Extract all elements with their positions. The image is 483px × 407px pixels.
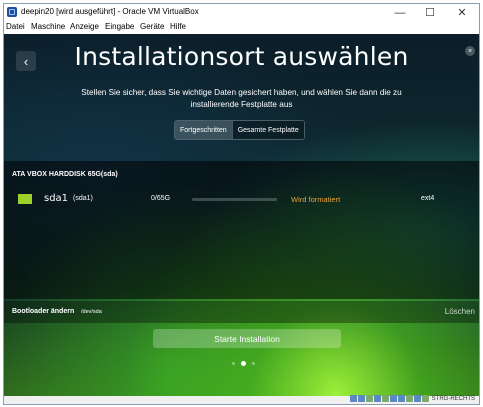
mode-tabs: Fortgeschritten Gesamte Festplatte [174, 120, 305, 140]
minimize-button[interactable]: — [386, 4, 414, 21]
partition-color-swatch [18, 194, 32, 204]
close-window-button[interactable]: ✕ [448, 4, 476, 21]
partition-status: Wird formatiert [291, 195, 341, 204]
page-title: Installationsort auswählen [74, 42, 409, 71]
menu-eingabe[interactable]: Eingabe [105, 22, 134, 31]
usb-icon[interactable] [381, 395, 389, 402]
title-bar[interactable]: deepin20 [wird ausgeführt] - Oracle VM V… [4, 4, 479, 21]
mouse-integration-icon[interactable] [421, 395, 429, 402]
bootloader-label[interactable]: Bootloader ändern [12, 308, 74, 315]
virtualbox-window: deepin20 [wird ausgeführt] - Oracle VM V… [3, 3, 480, 405]
disk-panel: ATA VBOX HARDDISK 65G(sda) sda1 (sda1) 0… [4, 161, 479, 299]
recording-icon[interactable] [405, 395, 413, 402]
host-key-label: STRG-RECHTS [431, 395, 475, 402]
vm-screen[interactable]: ‹ × Installationsort auswählen Stellen S… [4, 34, 479, 396]
bootloader-path: /dev/sda [81, 309, 102, 315]
page-dot [252, 362, 255, 365]
partition-filesystem: ext4 [421, 195, 435, 202]
maximize-button[interactable]: ☐ [416, 4, 444, 21]
partition-name: sda1 [44, 193, 69, 204]
cpu-icon[interactable] [413, 395, 421, 402]
shared-folders-icon[interactable] [389, 395, 397, 402]
audio-icon[interactable] [365, 395, 373, 402]
partition-size: 0/65G [151, 195, 171, 202]
menu-hilfe[interactable]: Hilfe [170, 22, 186, 31]
window-title: deepin20 [wird ausgeführt] - Oracle VM V… [21, 7, 199, 16]
page-dot [232, 362, 235, 365]
vm-status-bar: STRG-RECHTS [4, 395, 479, 404]
menu-bar: Datei Maschine Anzeige Eingabe Geräte Hi… [4, 21, 479, 33]
network-icon[interactable] [373, 395, 381, 402]
partition-device: (sda1) [73, 195, 93, 202]
page-subtitle: Stellen Sie sicher, dass Sie wichtige Da… [81, 88, 402, 109]
menu-anzeige[interactable]: Anzeige [70, 22, 99, 31]
optical-drive-icon[interactable] [357, 395, 365, 402]
partition-row[interactable]: sda1 (sda1) 0/65G Wird formatiert ext4 [12, 191, 472, 205]
virtualbox-app-icon [7, 7, 17, 17]
hard-disk-icon[interactable] [349, 395, 357, 402]
menu-datei[interactable]: Datei [6, 22, 25, 31]
tab-fortgeschritten[interactable]: Fortgeschritten [175, 121, 232, 139]
partition-usage-bar [192, 198, 277, 201]
page-indicator [232, 361, 255, 366]
page-dot-current [241, 361, 246, 366]
delete-button[interactable]: Löschen [445, 307, 475, 316]
status-tray: STRG-RECHTS [349, 395, 475, 402]
menu-maschine[interactable]: Maschine [31, 22, 65, 31]
tab-gesamte-festplatte[interactable]: Gesamte Festplatte [231, 121, 304, 139]
bootloader-bar: Bootloader ändern /dev/sda Löschen [4, 301, 479, 323]
start-installation-button[interactable]: Starte Installation [153, 329, 341, 348]
disk-label: ATA VBOX HARDDISK 65G(sda) [12, 171, 118, 178]
display-icon[interactable] [397, 395, 405, 402]
menu-geraete[interactable]: Geräte [140, 22, 164, 31]
